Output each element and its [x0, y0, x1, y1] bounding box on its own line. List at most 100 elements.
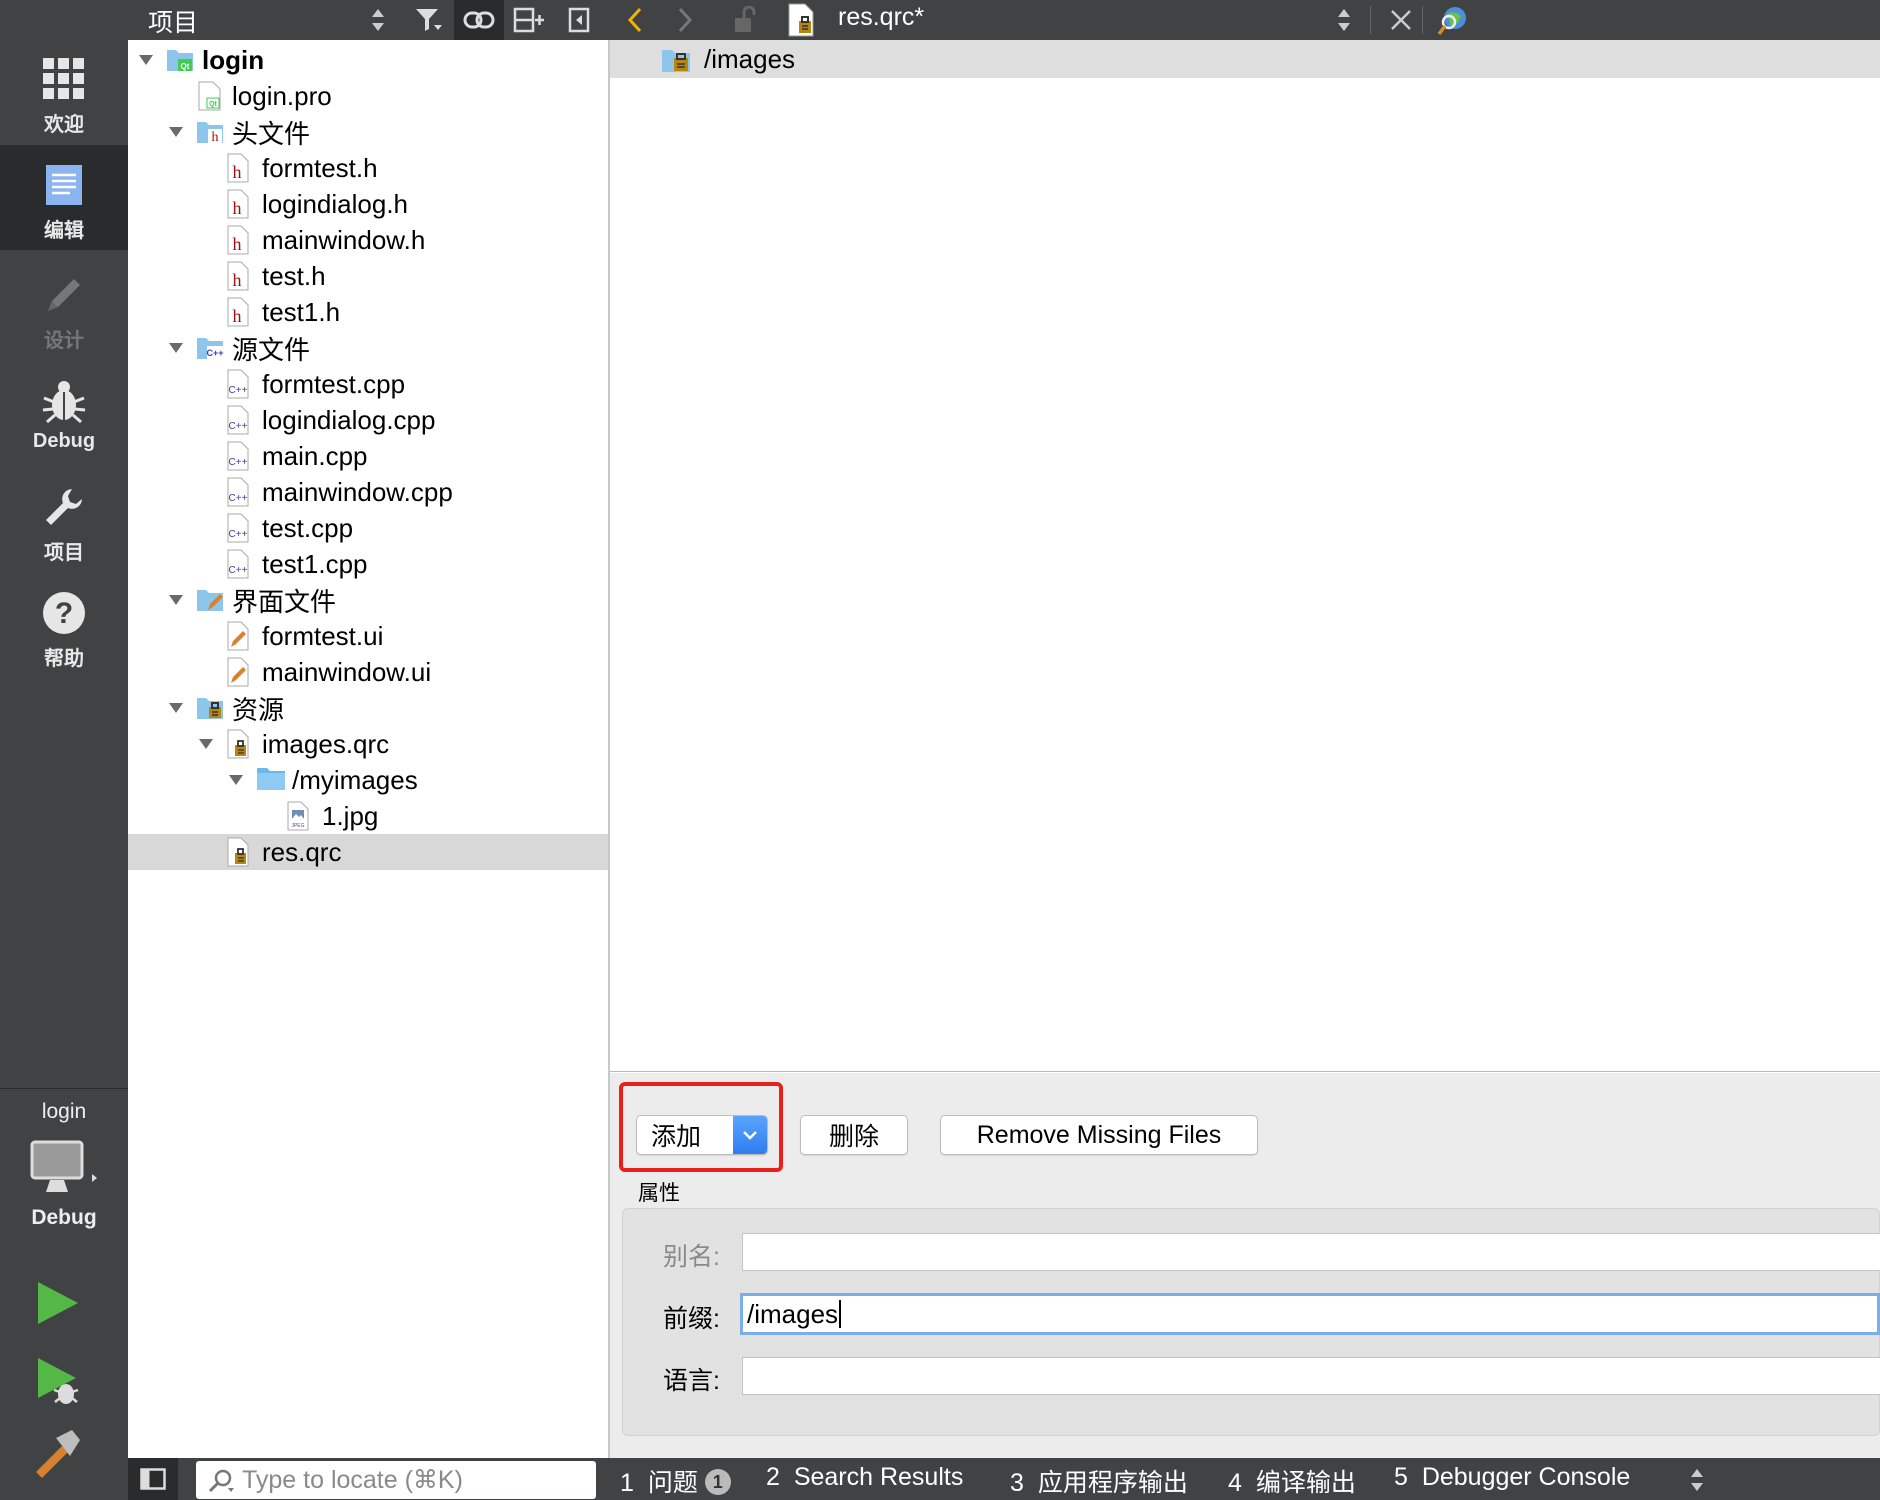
close-document-button[interactable] [1376, 0, 1426, 40]
pencil-icon [34, 270, 94, 320]
tree-item[interactable]: Qt login [128, 42, 608, 78]
output-tab-debugger-console[interactable]: 5 Debugger Console [1394, 1463, 1630, 1492]
expand-arrow-icon[interactable] [226, 770, 246, 791]
expand-arrow-icon[interactable] [166, 590, 186, 611]
mode-welcome[interactable]: 欢迎 [0, 40, 128, 144]
remove-missing-files-button[interactable]: Remove Missing Files [940, 1115, 1258, 1155]
add-dropdown-toggle[interactable] [733, 1116, 767, 1154]
mode-design[interactable]: 设计 [0, 256, 128, 360]
expand-arrow-icon[interactable] [196, 734, 216, 755]
debug-run-button[interactable] [36, 1356, 82, 1406]
kit-selector[interactable] [30, 1140, 98, 1196]
tree-item-label: login.pro [232, 80, 332, 111]
tree-item[interactable]: /myimages [128, 762, 608, 798]
tab-label: 应用程序输出 [1037, 1469, 1188, 1497]
header-file-icon: h [226, 261, 254, 291]
prefix-field[interactable]: /images [740, 1293, 1880, 1335]
add-button[interactable]: 添加 [636, 1115, 768, 1155]
split-editor-button[interactable] [1428, 0, 1478, 40]
output-tab-issues[interactable]: 1 问题 1 [620, 1463, 731, 1499]
cpp-file-icon: C++ [226, 513, 254, 543]
tree-item[interactable]: C++ formtest.cpp [128, 366, 608, 402]
alias-label: 别名: [663, 1243, 720, 1271]
alias-field[interactable] [742, 1233, 1880, 1271]
expand-arrow-icon[interactable] [166, 338, 186, 359]
header-file-icon: h [226, 225, 254, 255]
tree-item-label: test1.h [262, 296, 341, 327]
split-button[interactable] [504, 0, 554, 40]
tree-item[interactable]: C++ test.cpp [128, 510, 608, 546]
tree-item[interactable]: Qt login.pro [128, 78, 608, 114]
tree-item[interactable]: C++ main.cpp [128, 438, 608, 474]
tree-item[interactable]: C++ test1.cpp [128, 546, 608, 582]
close-icon [1391, 10, 1411, 30]
expand-arrow-icon[interactable] [166, 122, 186, 143]
tree-item[interactable]: images.qrc [128, 726, 608, 762]
kit-build-config: Debug [31, 1206, 97, 1229]
resource-prefix-row[interactable]: /images [610, 40, 1880, 78]
expand-arrow-icon[interactable] [136, 50, 156, 71]
tree-item[interactable]: JPEG 1.jpg [128, 798, 608, 834]
tree-item[interactable]: 资源 [128, 690, 608, 726]
build-button[interactable] [32, 1428, 82, 1478]
filter-button[interactable] [404, 0, 454, 40]
locator-input[interactable]: Type to locate (⌘K) [196, 1461, 596, 1499]
tab-number: 1 [620, 1469, 634, 1497]
go-forward-button[interactable] [660, 0, 710, 40]
sidebar-toggle-icon [140, 1468, 166, 1490]
tree-item[interactable]: C++ mainwindow.cpp [128, 474, 608, 510]
file-lock-button[interactable] [720, 0, 770, 40]
mode-debug[interactable]: Debug [0, 362, 128, 466]
remove-button[interactable]: 删除 [800, 1115, 908, 1155]
header-file-icon: h [226, 189, 254, 219]
ui-file-icon [226, 657, 254, 687]
tree-item[interactable]: formtest.ui [128, 618, 608, 654]
header-file-icon: h [226, 153, 254, 183]
svg-text:C++: C++ [229, 529, 248, 540]
tree-item-label: main.cpp [262, 440, 368, 471]
go-back-button[interactable] [610, 0, 660, 40]
chevron-left-icon [627, 7, 642, 33]
prefix-field-label: 前缀: [663, 1305, 720, 1333]
mode-projects[interactable]: 项目 [0, 468, 128, 572]
tree-item-label: formtest.h [262, 152, 378, 183]
tree-item[interactable]: C++ 源文件 [128, 330, 608, 366]
mode-label: 设计 [44, 330, 84, 352]
svg-text:h: h [212, 130, 219, 145]
wrench-icon [34, 482, 94, 532]
cpp-file-icon: C++ [226, 477, 254, 507]
tree-item[interactable]: C++ logindialog.cpp [128, 402, 608, 438]
document-list-button[interactable] [1326, 0, 1362, 40]
run-button[interactable] [36, 1280, 80, 1326]
divider [1370, 6, 1371, 34]
mode-edit[interactable]: 编辑 [0, 146, 128, 250]
close-sidebar-button[interactable] [554, 0, 604, 40]
tree-item[interactable]: h logindialog.h [128, 186, 608, 222]
tree-item[interactable]: h 头文件 [128, 114, 608, 150]
expand-arrow-icon[interactable] [166, 698, 186, 719]
language-field[interactable] [742, 1357, 1880, 1395]
tree-item-label: test1.cpp [262, 548, 368, 579]
more-output-panes-button[interactable] [1682, 1466, 1712, 1494]
output-tab-application-output[interactable]: 3 应用程序输出 [1010, 1463, 1188, 1499]
tree-item[interactable]: res.qrc [128, 834, 608, 870]
mode-help[interactable]: ? 帮助 [0, 574, 128, 678]
tree-item[interactable]: mainwindow.ui [128, 654, 608, 690]
sync-editor-button[interactable] [454, 0, 504, 40]
view-selector-button[interactable] [360, 0, 396, 40]
search-icon [208, 1469, 234, 1493]
mode-label: Debug [32, 430, 96, 452]
svg-text:JPEG: JPEG [291, 823, 304, 829]
tree-item[interactable]: 界面文件 [128, 582, 608, 618]
toggle-sidebar-button[interactable] [128, 1458, 178, 1500]
output-tab-compile-output[interactable]: 4 编译输出 [1228, 1463, 1356, 1499]
open-document-name: res.qrc* [838, 3, 925, 31]
svg-text:C++: C++ [206, 348, 223, 358]
tree-item[interactable]: h test1.h [128, 294, 608, 330]
qrc-file-icon [226, 729, 254, 759]
tree-item[interactable]: h mainwindow.h [128, 222, 608, 258]
tree-item[interactable]: h test.h [128, 258, 608, 294]
output-tab-search-results[interactable]: 2 Search Results [766, 1463, 963, 1492]
edit-document-icon [34, 160, 94, 210]
tree-item[interactable]: h formtest.h [128, 150, 608, 186]
